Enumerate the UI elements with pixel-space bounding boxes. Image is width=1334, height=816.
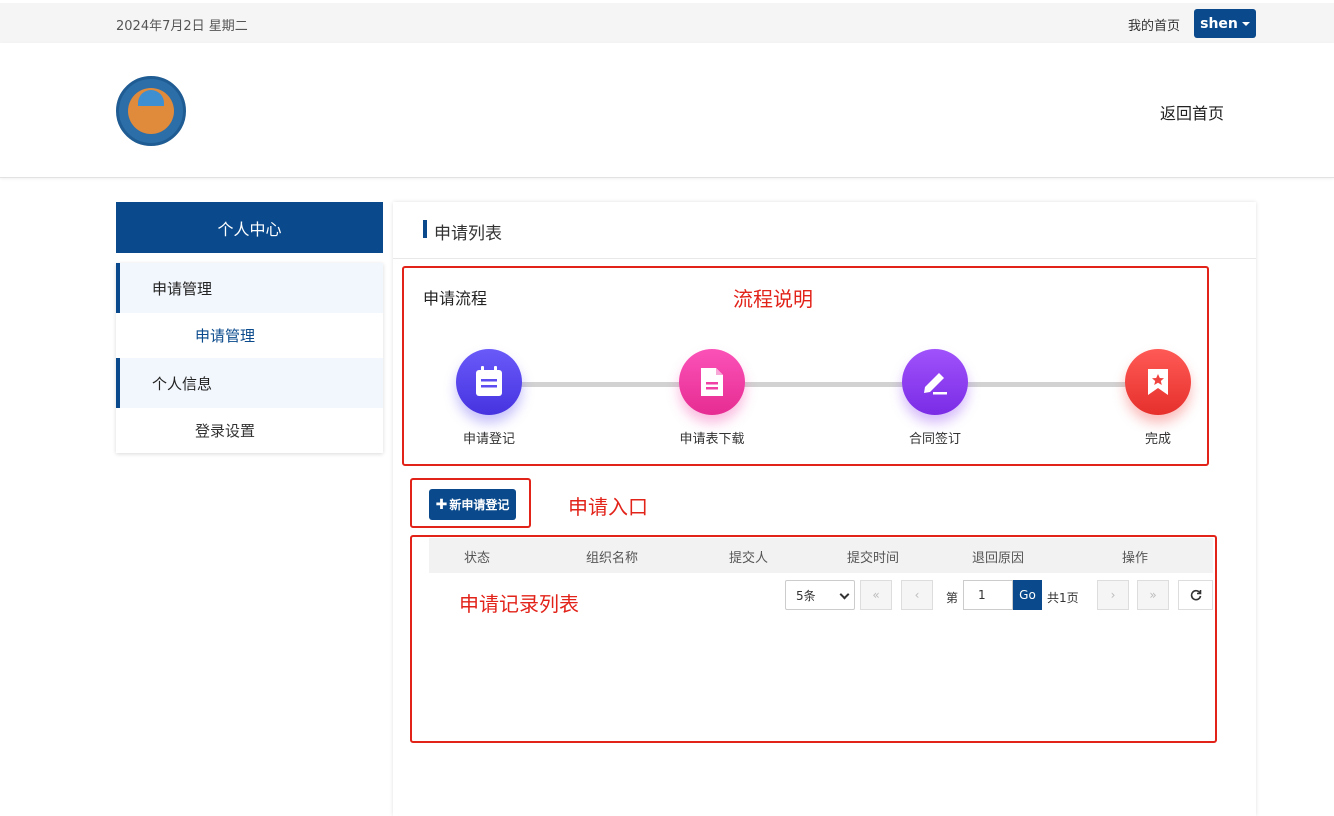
sidebar-title: 个人中心 [116, 202, 383, 253]
column-header[interactable]: 操作 [1122, 547, 1148, 566]
entry-annotation-label: 申请入口 [568, 495, 648, 519]
page-size-value: 5条 [796, 588, 816, 603]
next-page-button[interactable]: › [1097, 580, 1129, 610]
logo[interactable] [116, 76, 186, 146]
sidebar-group-application[interactable]: 申请管理 [116, 263, 383, 313]
chevron-down-icon [839, 589, 850, 600]
sidebar-item-application-management[interactable]: 申请管理 [116, 313, 383, 357]
refresh-icon [1190, 589, 1201, 601]
page-size-select[interactable]: 5条 [785, 580, 855, 610]
refresh-button[interactable] [1178, 580, 1213, 610]
page-title: 申请列表 [434, 224, 502, 244]
username: shen [1200, 15, 1238, 32]
my-home-link[interactable]: 我的首页 [1128, 15, 1180, 34]
new-application-button[interactable]: ✚ 新申请登记 [429, 489, 516, 520]
caret-down-icon [1241, 21, 1250, 26]
new-application-label: 新申请登记 [449, 498, 510, 512]
current-date: 2024年7月2日 星期二 [116, 19, 248, 34]
sidebar-group-personal-info[interactable]: 个人信息 [116, 358, 383, 408]
prev-page-button[interactable]: ‹ [901, 580, 933, 610]
user-menu-button[interactable]: shen [1194, 9, 1256, 38]
page-number-input[interactable]: 1 [963, 580, 1013, 610]
sidebar-menu: 申请管理 申请管理 个人信息 登录设置 [116, 263, 383, 453]
go-button[interactable]: Go [1013, 580, 1042, 610]
column-header[interactable]: 提交时间 [847, 547, 899, 566]
column-header[interactable]: 组织名称 [586, 547, 638, 566]
top-bar: 2024年7月2日 星期二 我的首页 shen [0, 3, 1334, 43]
records-table-header: 状态 组织名称 提交人 提交时间 退回原因 操作 [429, 538, 1213, 573]
records-annotation-label: 申请记录列表 [459, 592, 579, 616]
site-header: 返回首页 [0, 43, 1334, 178]
column-header[interactable]: 退回原因 [972, 547, 1024, 566]
last-page-button[interactable]: » [1137, 580, 1169, 610]
title-accent-bar [423, 220, 427, 238]
first-page-button[interactable]: « [860, 580, 892, 610]
sidebar-item-login-settings[interactable]: 登录设置 [116, 408, 383, 452]
plus-icon: ✚ [435, 496, 448, 513]
column-header[interactable]: 提交人 [729, 547, 768, 566]
back-home-link[interactable]: 返回首页 [1160, 100, 1224, 124]
page-prefix: 第 [946, 591, 959, 605]
total-pages: 共1页 [1047, 591, 1079, 605]
main-header: 申请列表 [393, 202, 1256, 259]
flow-annotation-label: 流程说明 [733, 287, 813, 311]
column-header[interactable]: 状态 [464, 547, 490, 566]
